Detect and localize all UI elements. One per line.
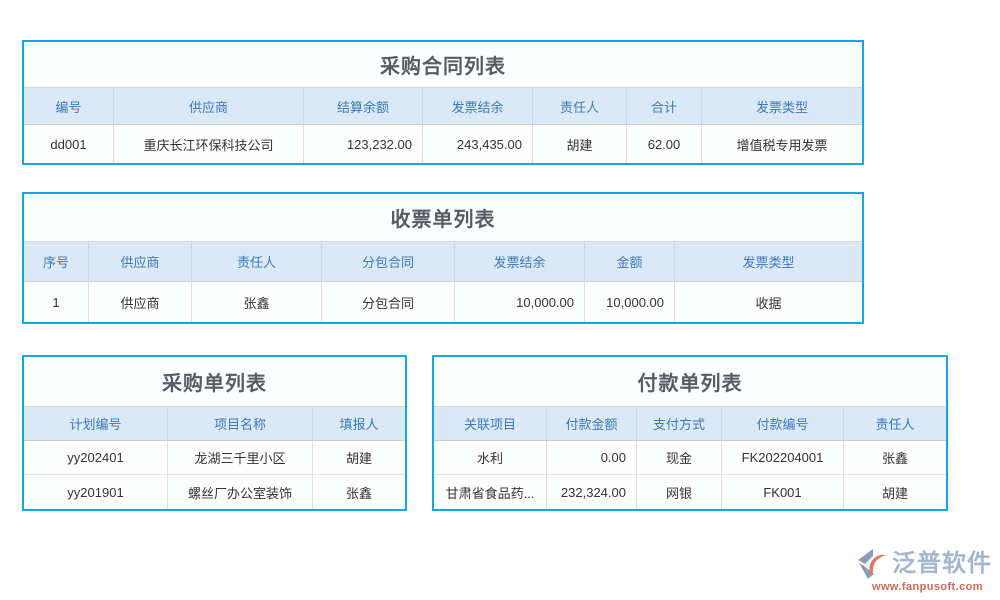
column-header: 计划编号 [24, 407, 168, 440]
column-header: 供应商 [89, 242, 192, 281]
table-cell: 螺丝厂办公室装饰 [168, 475, 313, 509]
table-cell: 232,324.00 [547, 475, 637, 509]
purchase-order-table: 采购单列表计划编号项目名称填报人yy202401龙湖三千里小区胡建yy20190… [22, 355, 407, 511]
table-cell: 收据 [675, 282, 862, 322]
purchase-contract-list-header-row: 编号供应商结算余额发票结余责任人合计发票类型 [24, 88, 862, 125]
table-cell: 张鑫 [192, 282, 322, 322]
table-cell: 甘肃省食品药... [434, 475, 547, 509]
payment-list-row-1: 水利0.00现金FK202204001张鑫 [434, 441, 946, 475]
column-header: 责任人 [844, 407, 946, 440]
table-cell: 重庆长江环保科技公司 [114, 125, 304, 163]
table-cell: 0.00 [547, 441, 637, 474]
table-cell: 网银 [637, 475, 722, 509]
table-cell: yy201901 [24, 475, 168, 509]
column-header: 付款金额 [547, 407, 637, 440]
column-header: 发票结余 [455, 242, 585, 281]
purchase-contract-list-title: 采购合同列表 [24, 42, 862, 88]
purchase-order-list-row-2: yy201901螺丝厂办公室装饰张鑫 [24, 475, 405, 509]
table-cell: 增值税专用发票 [702, 125, 862, 163]
column-header: 项目名称 [168, 407, 313, 440]
column-header: 供应商 [114, 88, 304, 124]
column-header: 分包合同 [322, 242, 455, 281]
table-cell: dd001 [24, 125, 114, 163]
purchase-order-list-title: 采购单列表 [24, 357, 405, 407]
receipt-table: 收票单列表序号供应商责任人分包合同发票结余金额发票类型1供应商张鑫分包合同10,… [22, 192, 864, 324]
table-cell: 10,000.00 [585, 282, 675, 322]
column-header: 支付方式 [637, 407, 722, 440]
column-header: 填报人 [313, 407, 405, 440]
purchase-contract-table: 采购合同列表编号供应商结算余额发票结余责任人合计发票类型dd001重庆长江环保科… [22, 40, 864, 165]
table-cell: 胡建 [844, 475, 946, 509]
payment-list-title: 付款单列表 [434, 357, 946, 407]
column-header: 序号 [24, 242, 89, 281]
logo-website-url: www.fanpusoft.com [872, 581, 983, 593]
table-cell: 龙湖三千里小区 [168, 441, 313, 474]
table-cell: 1 [24, 282, 89, 322]
table-cell: 分包合同 [322, 282, 455, 322]
column-header: 责任人 [192, 242, 322, 281]
receipt-list-title: 收票单列表 [24, 194, 862, 242]
column-header: 编号 [24, 88, 114, 124]
table-cell: 供应商 [89, 282, 192, 322]
payment-list-header-row: 关联项目付款金额支付方式付款编号责任人 [434, 407, 946, 441]
table-cell: 胡建 [533, 125, 627, 163]
table-cell: FK202204001 [722, 441, 844, 474]
table-cell: 123,232.00 [304, 125, 423, 163]
column-header: 责任人 [533, 88, 627, 124]
column-header: 发票类型 [675, 242, 862, 281]
column-header: 结算余额 [304, 88, 423, 124]
purchase-order-list-row-1: yy202401龙湖三千里小区胡建 [24, 441, 405, 475]
receipt-list-header-row: 序号供应商责任人分包合同发票结余金额发票类型 [24, 242, 862, 282]
payment-table: 付款单列表关联项目付款金额支付方式付款编号责任人水利0.00现金FK202204… [432, 355, 948, 511]
table-cell: 张鑫 [844, 441, 946, 474]
purchase-order-list-header-row: 计划编号项目名称填报人 [24, 407, 405, 441]
column-header: 发票结余 [423, 88, 533, 124]
fanpu-logo-icon [856, 548, 890, 580]
payment-list-row-2: 甘肃省食品药...232,324.00网银FK001胡建 [434, 475, 946, 509]
purchase-contract-list-row-1: dd001重庆长江环保科技公司123,232.00243,435.00胡建62.… [24, 125, 862, 163]
column-header: 发票类型 [702, 88, 862, 124]
table-cell: FK001 [722, 475, 844, 509]
table-cell: 张鑫 [313, 475, 405, 509]
table-cell: 62.00 [627, 125, 702, 163]
column-header: 合计 [627, 88, 702, 124]
table-cell: 现金 [637, 441, 722, 474]
column-header: 金额 [585, 242, 675, 281]
column-header: 关联项目 [434, 407, 547, 440]
column-header: 付款编号 [722, 407, 844, 440]
table-cell: 10,000.00 [455, 282, 585, 322]
table-cell: 243,435.00 [423, 125, 533, 163]
table-cell: yy202401 [24, 441, 168, 474]
receipt-list-row-1: 1供应商张鑫分包合同10,000.0010,000.00收据 [24, 282, 862, 322]
report-page: 采购合同列表编号供应商结算余额发票结余责任人合计发票类型dd001重庆长江环保科… [0, 0, 1000, 600]
table-cell: 水利 [434, 441, 547, 474]
fanpu-logo[interactable]: 泛普软件 www.fanpusoft.com [856, 548, 996, 593]
table-cell: 胡建 [313, 441, 405, 474]
logo-company-name: 泛普软件 [892, 552, 992, 576]
